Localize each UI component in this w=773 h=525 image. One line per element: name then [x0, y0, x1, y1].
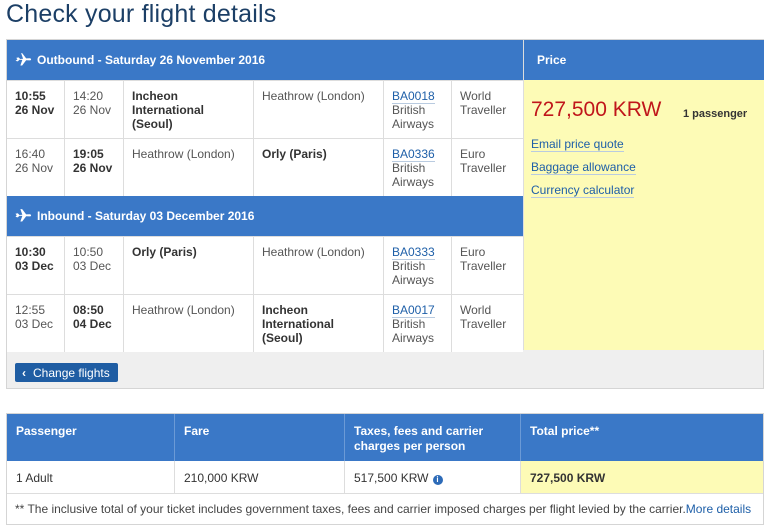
fare-cell: 210,000 KRW — [175, 461, 345, 493]
airline: British Airways — [392, 161, 435, 189]
dep-time: 10:30 — [15, 245, 46, 259]
arr-time: 19:05 — [73, 147, 104, 161]
change-flights-label: Change flights — [33, 365, 110, 380]
flight-row: 10:30 03 Dec 10:50 03 Dec Orly (Paris) Hea… — [7, 236, 523, 294]
summary-row: 1 Adult 210,000 KRW 517,500 KRW i 727,500… — [7, 461, 763, 494]
inbound-header: Inbound - Saturday 03 December 2016 — [7, 196, 523, 236]
arr-date: 03 Dec — [73, 259, 112, 273]
fare-header: Fare — [175, 414, 345, 461]
total-amount: 727,500 KRW — [531, 98, 662, 121]
passenger-count: 1 passenger — [683, 108, 748, 120]
plane-icon — [15, 209, 32, 222]
arr-time: 08:50 — [73, 303, 104, 317]
airline: British Airways — [392, 103, 435, 131]
airline: British Airways — [392, 259, 435, 287]
summary-header-row: Passenger Fare Taxes, fees and carrier c… — [7, 414, 763, 461]
dep-time: 10:55 — [15, 89, 46, 103]
total-cell: 727,500 KRW — [521, 461, 763, 493]
flight-number-link[interactable]: BA0336 — [392, 147, 435, 162]
cabin: World Traveller — [460, 89, 507, 117]
price-summary-table: Passenger Fare Taxes, fees and carrier c… — [6, 413, 764, 525]
arr-date: 26 Nov — [73, 103, 112, 117]
price-body: 727,500 KRW 1 passenger Email price quot… — [524, 80, 764, 350]
currency-calculator-link[interactable]: Currency calculator — [531, 183, 635, 198]
cabin: World Traveller — [460, 303, 507, 331]
outbound-header: Outbound - Saturday 26 November 2016 — [7, 40, 523, 80]
flight-details-panel: Outbound - Saturday 26 November 2016 10:… — [6, 39, 764, 389]
inbound-title: Inbound - Saturday 03 December 2016 — [37, 209, 255, 223]
flight-number-link[interactable]: BA0018 — [392, 89, 435, 104]
outbound-title: Outbound - Saturday 26 November 2016 — [37, 53, 266, 67]
dep-time: 12:55 — [15, 303, 46, 317]
destination: Heathrow (London) — [254, 237, 384, 294]
email-price-quote-link[interactable]: Email price quote — [531, 137, 624, 152]
arr-date: 04 Dec — [73, 317, 112, 331]
note-text: ** The inclusive total of your ticket in… — [15, 502, 686, 516]
more-details-link[interactable]: More details — [686, 502, 751, 516]
flight-number-link[interactable]: BA0333 — [392, 245, 435, 260]
dep-date: 03 Dec — [15, 259, 54, 273]
origin: Incheon International (Seoul) — [124, 81, 254, 138]
baggage-allowance-link[interactable]: Baggage allowance — [531, 160, 636, 175]
cabin: Euro Traveller — [460, 245, 507, 273]
taxes-cell: 517,500 KRW i — [345, 461, 521, 493]
total-price-header: Total price** — [530, 424, 600, 438]
plane-icon — [15, 53, 32, 66]
taxes-value: 517,500 KRW — [354, 471, 429, 485]
dep-date: 26 Nov — [15, 103, 55, 117]
origin: Orly (Paris) — [124, 237, 254, 294]
flight-row: 16:40 26 Nov 19:05 26 Nov Heathrow (London… — [7, 138, 523, 196]
flight-row: 10:55 26 Nov 14:20 26 Nov Incheon Internat… — [7, 80, 523, 138]
flights-list: Outbound - Saturday 26 November 2016 10:… — [7, 40, 523, 352]
page-title: Check your flight details — [6, 0, 277, 28]
arr-date: 26 Nov — [73, 161, 113, 175]
destination: Orly (Paris) — [254, 139, 384, 196]
cabin: Euro Traveller — [460, 147, 507, 175]
price-panel: Price 727,500 KRW 1 passenger Email pric… — [523, 40, 764, 350]
flight-number-link[interactable]: BA0017 — [392, 303, 435, 318]
airline: British Airways — [392, 317, 435, 345]
passenger-header: Passenger — [7, 414, 175, 461]
origin: Heathrow (London) — [124, 139, 254, 196]
dep-time: 16:40 — [15, 147, 46, 161]
destination: Incheon International (Seoul) — [254, 295, 384, 352]
arr-time: 10:50 — [73, 245, 104, 259]
change-flights-button[interactable]: ‹ Change flights — [15, 363, 118, 382]
destination: Heathrow (London) — [254, 81, 384, 138]
dep-date: 26 Nov — [15, 161, 54, 175]
info-icon[interactable]: i — [432, 475, 443, 485]
arr-time: 14:20 — [73, 89, 104, 103]
chevron-left-icon: ‹ — [22, 365, 26, 380]
origin: Heathrow (London) — [124, 295, 254, 352]
flight-row: 12:55 03 Dec 08:50 04 Dec Heathrow (London… — [7, 294, 523, 352]
price-header: Price — [524, 40, 764, 80]
passenger-cell: 1 Adult — [7, 461, 175, 493]
dep-date: 03 Dec — [15, 317, 54, 331]
taxes-header: Taxes, fees and carrier charges per pers… — [345, 414, 521, 461]
